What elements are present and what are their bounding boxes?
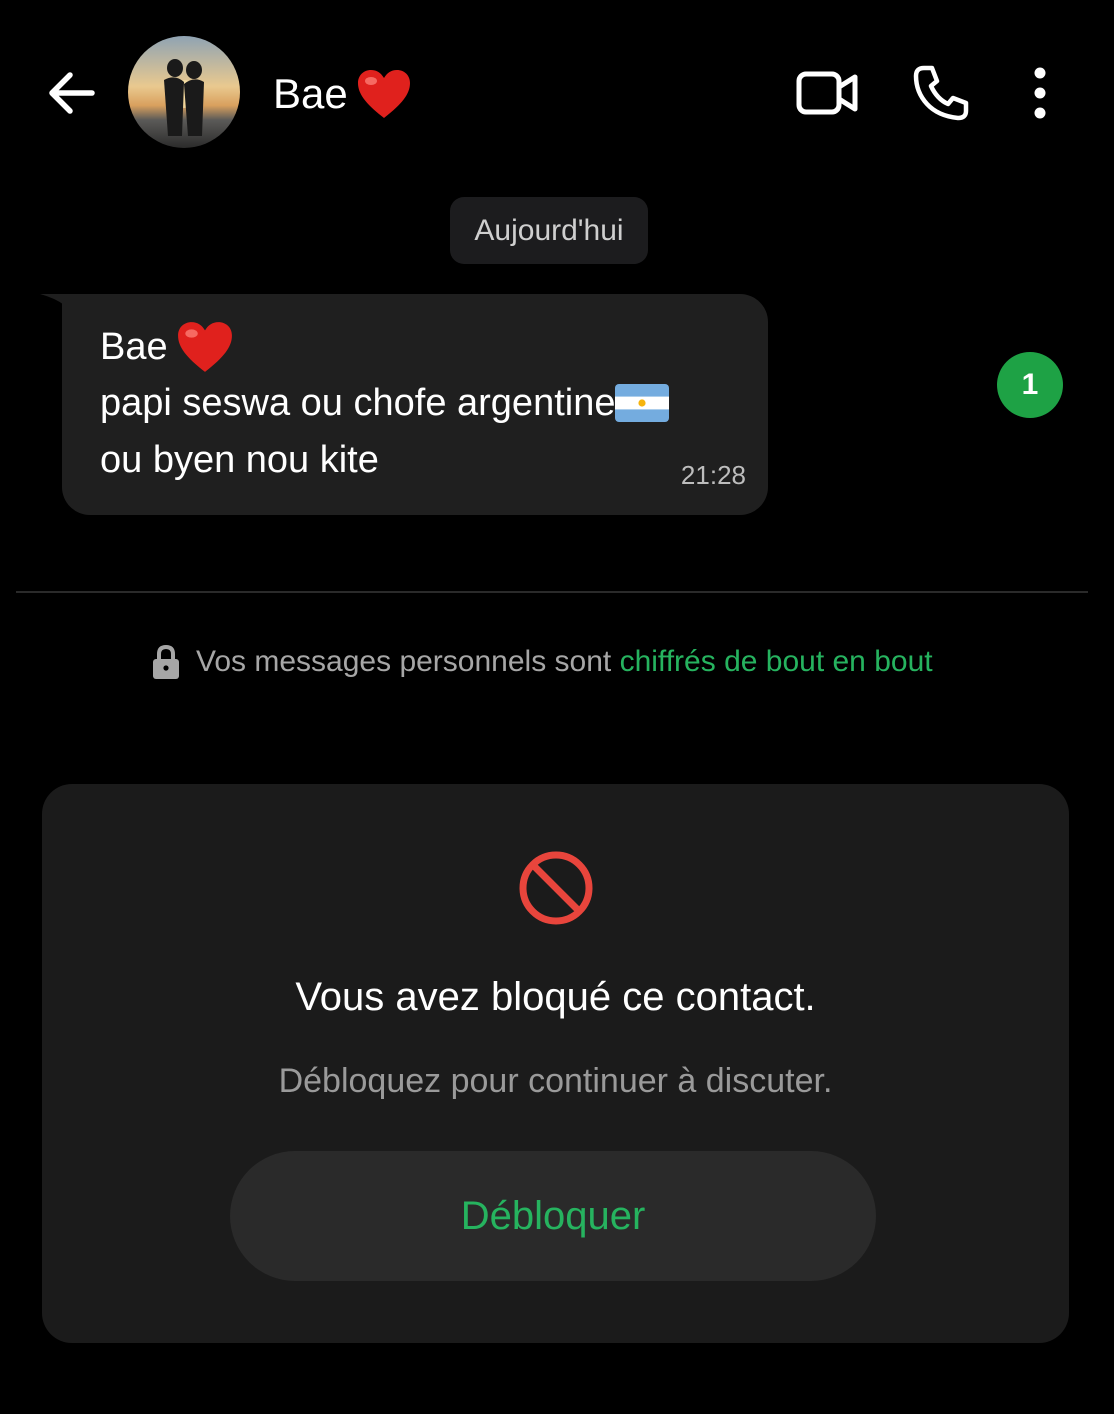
encryption-notice: Vos messages personnels sont chiffrés de… xyxy=(150,640,933,684)
unread-count-badge[interactable]: 1 xyxy=(997,352,1063,418)
voice-call-button[interactable] xyxy=(910,62,972,124)
contact-name[interactable]: Bae xyxy=(273,68,412,120)
divider xyxy=(16,591,1088,593)
video-camera-icon xyxy=(796,71,858,115)
arrow-left-icon xyxy=(49,72,95,114)
date-separator: Aujourd'hui xyxy=(450,197,648,264)
message-sender-label: Bae xyxy=(100,326,168,368)
contact-name-label: Bae xyxy=(273,70,348,117)
message-timestamp: 21:28 xyxy=(680,460,746,490)
blocked-title: Vous avez bloqué ce contact. xyxy=(295,975,816,1019)
message-text-1: papi seswa ou chofe argentine xyxy=(100,382,616,424)
more-vertical-icon xyxy=(1034,67,1046,119)
message-sender: Bae xyxy=(100,320,234,374)
message-text-line-1: papi seswa ou chofe argentine xyxy=(100,378,670,428)
blocked-subtitle: Débloquez pour continuer à discuter. xyxy=(278,1062,833,1100)
unblock-button[interactable]: Débloquer xyxy=(230,1151,876,1281)
phone-icon xyxy=(913,65,969,121)
message-text-line-2: ou byen nou kite xyxy=(100,439,379,481)
back-button[interactable] xyxy=(40,62,102,124)
video-call-button[interactable] xyxy=(793,64,863,122)
couple-sunset-avatar xyxy=(128,36,240,148)
argentina-flag-icon xyxy=(615,384,670,422)
red-heart-icon xyxy=(357,70,410,118)
red-heart-icon xyxy=(177,322,232,372)
lock-icon xyxy=(153,644,179,679)
encryption-text: Vos messages personnels sont xyxy=(196,645,620,678)
block-icon-wrapper xyxy=(517,849,595,927)
block-icon xyxy=(519,851,593,925)
encryption-link[interactable]: chiffrés de bout en bout xyxy=(620,645,933,678)
avatar[interactable] xyxy=(128,36,240,148)
more-options-button[interactable] xyxy=(1020,62,1060,124)
